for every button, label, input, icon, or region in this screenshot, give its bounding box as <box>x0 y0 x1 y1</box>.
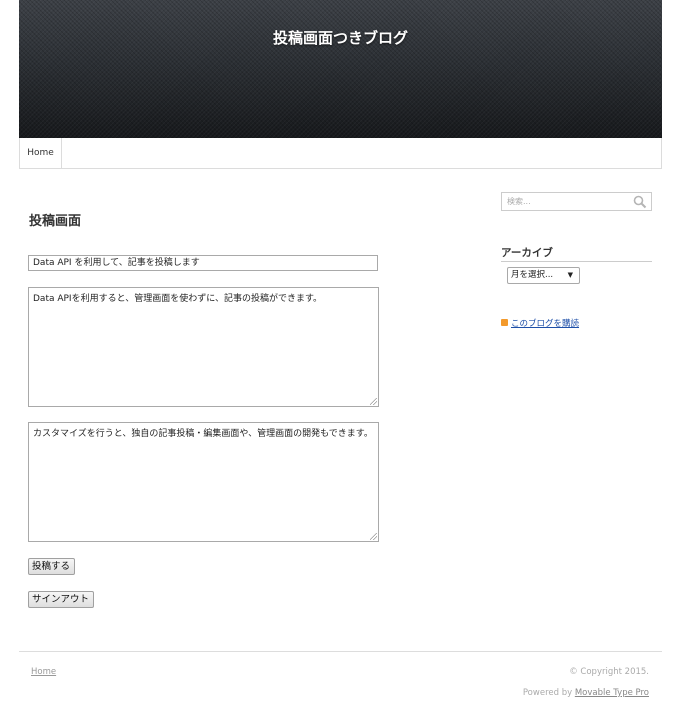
chevron-down-icon: ▼ <box>567 271 573 279</box>
footer-home-link[interactable]: Home <box>31 667 56 677</box>
resize-grip-icon[interactable] <box>370 398 377 405</box>
month-select[interactable]: 月を選択... ▼ <box>507 267 580 284</box>
powered-by: Powered by Movable Type Pro <box>523 688 649 698</box>
entry-more-text: カスタマイズを行うと、独自の記事投稿・編集画面や、管理画面の開発もできます。 <box>33 429 373 439</box>
entry-body-textarea[interactable]: Data APIを利用すると、管理画面を使わずに、記事の投稿ができます。 <box>28 287 379 407</box>
subscribe-feed-link[interactable]: このブログを購読 <box>501 317 579 329</box>
search-input[interactable]: 検索... <box>501 192 652 211</box>
powered-by-prefix: Powered by <box>522 688 575 698</box>
rss-feed-icon <box>501 319 508 326</box>
archive-heading: アーカイブ <box>501 247 553 259</box>
search-placeholder: 検索... <box>507 197 531 206</box>
subscribe-feed-label: このブログを購読 <box>511 319 580 329</box>
page-title: 投稿画面 <box>29 214 82 229</box>
site-title[interactable]: 投稿画面つきブログ <box>19 27 662 48</box>
nav-item-home[interactable]: Home <box>20 138 62 168</box>
divider <box>501 261 652 262</box>
signout-button[interactable]: サインアウト <box>28 591 94 608</box>
search-icon[interactable] <box>633 195 647 209</box>
month-select-value: 月を選択... <box>511 270 554 280</box>
header-banner: 投稿画面つきブログ <box>19 0 662 138</box>
entry-body-text: Data APIを利用すると、管理画面を使わずに、記事の投稿ができます。 <box>33 294 323 304</box>
copyright-text: © Copyright 2015. <box>569 667 649 677</box>
resize-grip-icon[interactable] <box>370 533 377 540</box>
entry-more-textarea[interactable]: カスタマイズを行うと、独自の記事投稿・編集画面や、管理画面の開発もできます。 <box>28 422 379 542</box>
movable-type-link[interactable]: Movable Type Pro <box>575 688 649 698</box>
post-button[interactable]: 投稿する <box>28 558 75 575</box>
page: 投稿画面つきブログ Home 投稿画面 Data API を利用して、記事を投稿… <box>0 0 680 715</box>
footer-divider <box>19 651 662 652</box>
nav-bar: Home <box>19 138 662 169</box>
entry-title-input[interactable]: Data API を利用して、記事を投稿します <box>28 255 378 271</box>
